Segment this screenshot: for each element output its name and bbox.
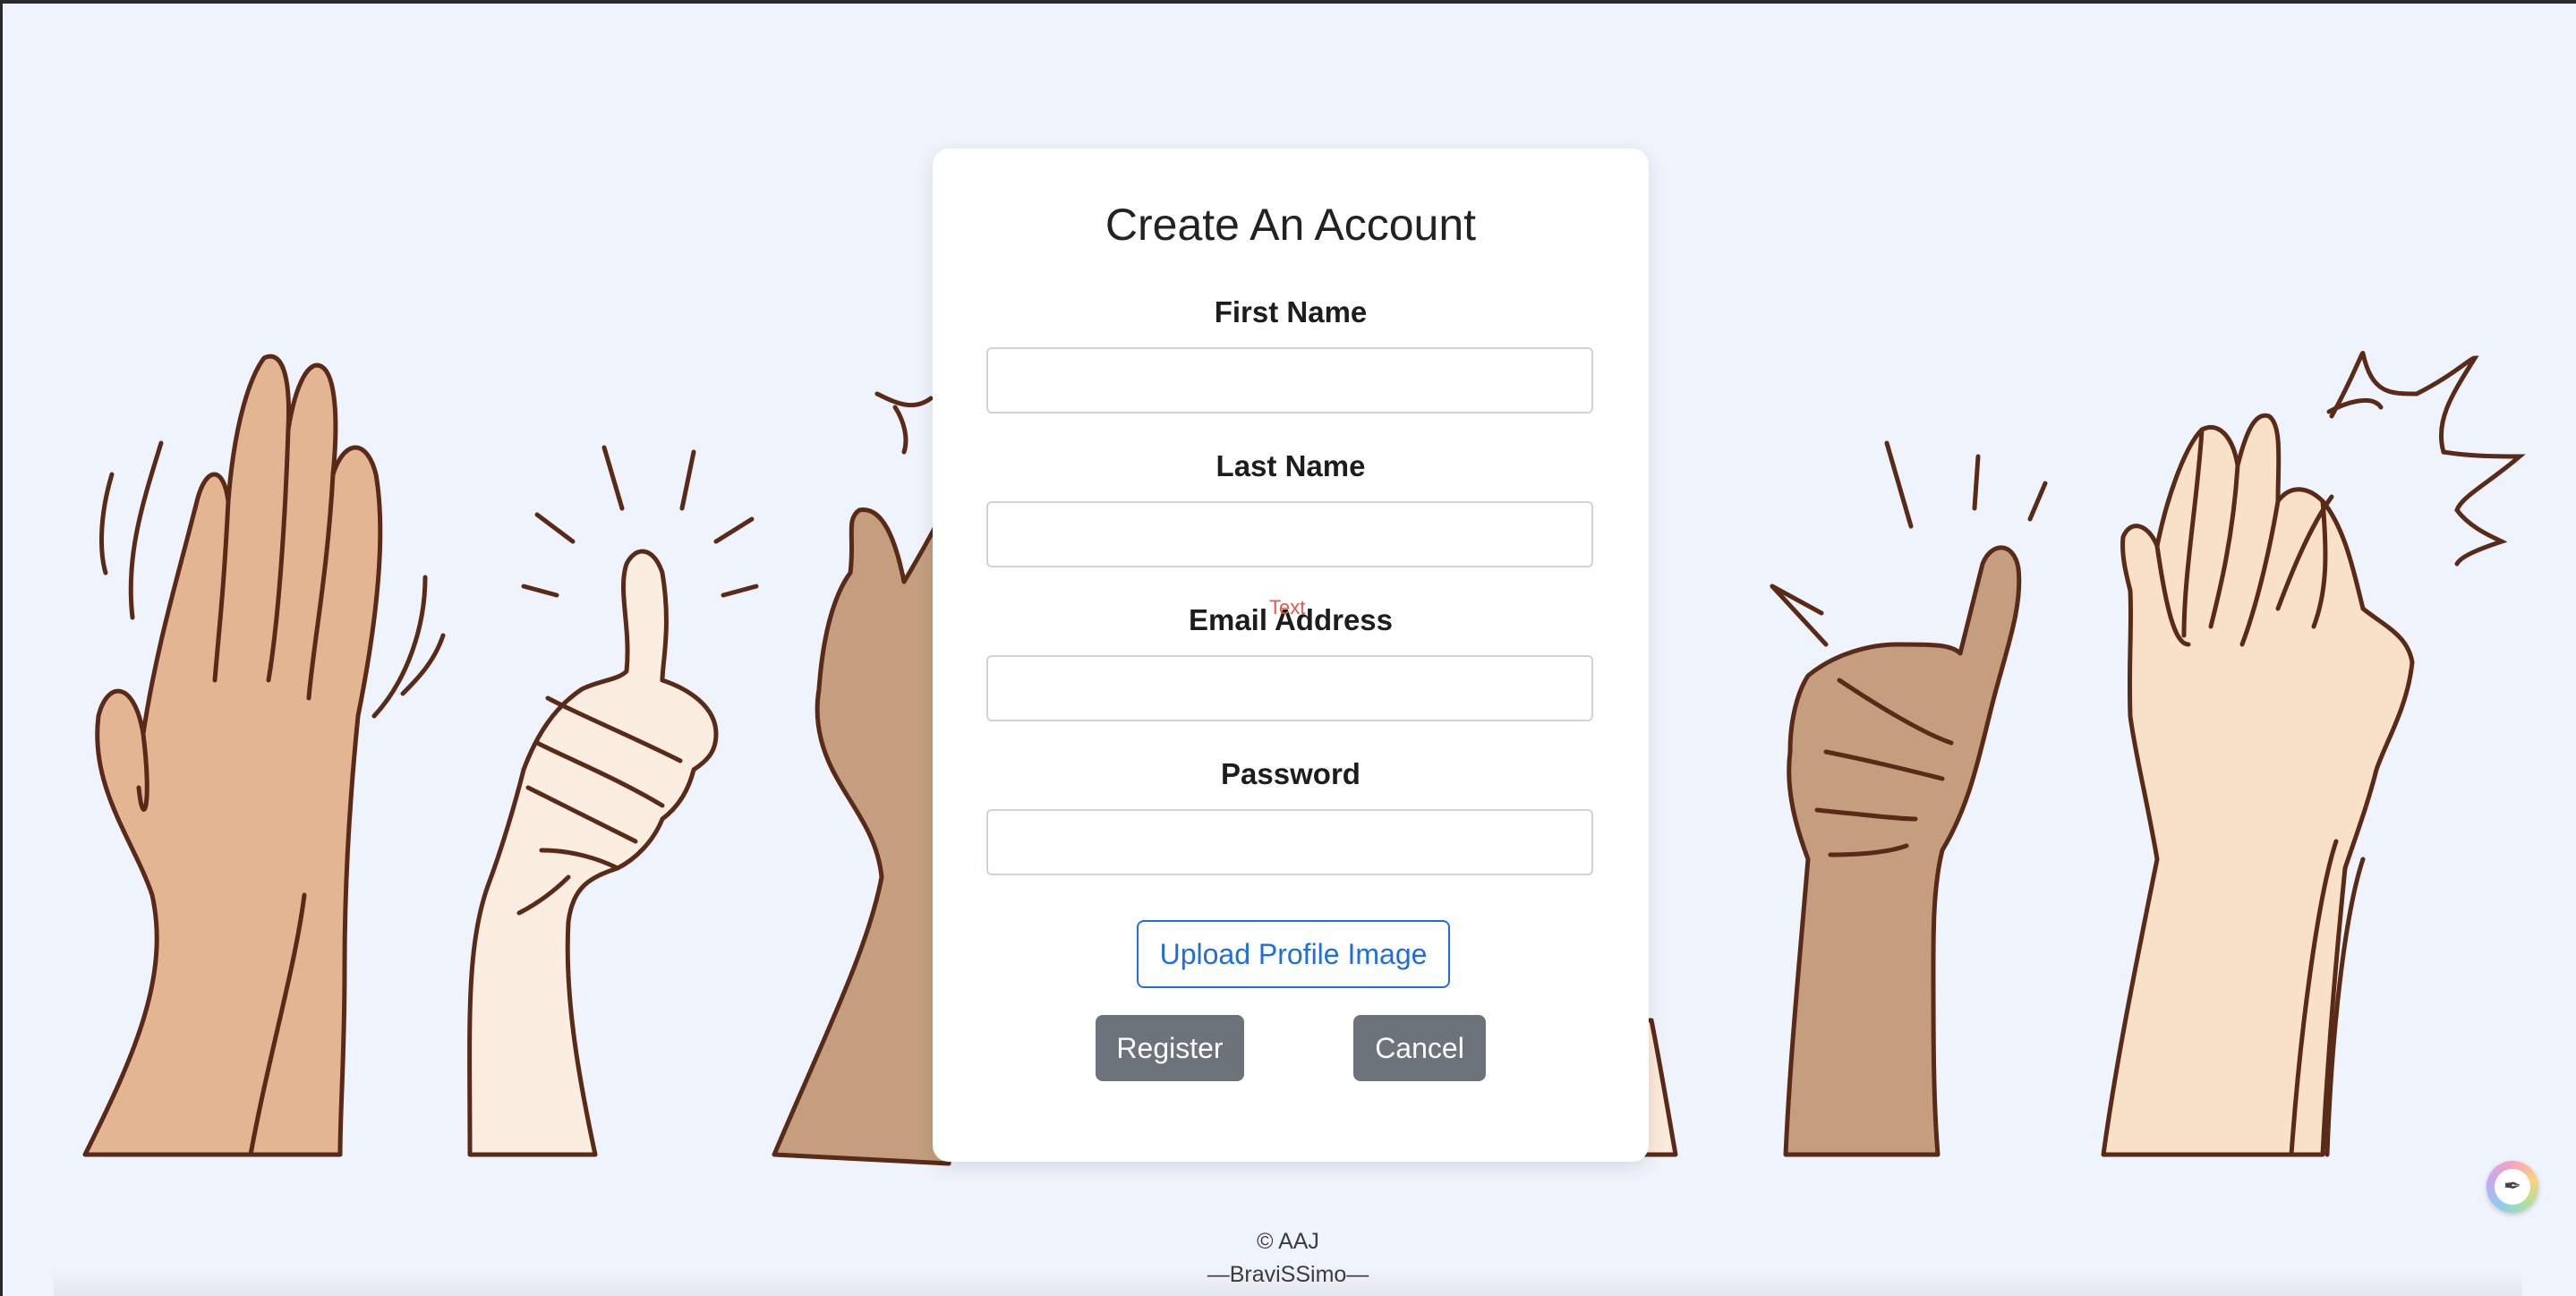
registration-card: Create An Account First Name Last Name E… bbox=[933, 149, 1649, 1162]
clapping-hands-left-illustration bbox=[82, 354, 446, 1157]
stray-text-label: Text bbox=[1269, 596, 1306, 618]
clapping-hands-right-illustration bbox=[2101, 351, 2526, 1157]
upload-profile-image-button[interactable]: Upload Profile Image bbox=[1137, 920, 1450, 988]
raised-hand-illustration bbox=[772, 391, 951, 1166]
first-name-label: First Name bbox=[1214, 295, 1368, 328]
bottom-shadow bbox=[54, 1269, 2522, 1296]
thumbs-up-left-illustration bbox=[467, 445, 759, 1157]
footer-copyright: © AAJ bbox=[1257, 1229, 1319, 1254]
register-button[interactable]: Register bbox=[1096, 1015, 1244, 1081]
eyedropper-icon: ✒ bbox=[2495, 1169, 2530, 1205]
cancel-button[interactable]: Cancel bbox=[1353, 1015, 1486, 1081]
first-name-field[interactable] bbox=[986, 347, 1593, 414]
password-label: Password bbox=[1221, 757, 1361, 790]
page-title: Create An Account bbox=[1105, 200, 1477, 250]
password-field[interactable] bbox=[986, 809, 1593, 875]
color-picker-button[interactable]: ✒ bbox=[2486, 1161, 2538, 1213]
last-name-field[interactable] bbox=[986, 501, 1593, 567]
thumbs-up-right-illustration bbox=[1770, 440, 2048, 1157]
email-field[interactable] bbox=[986, 655, 1593, 721]
last-name-label: Last Name bbox=[1215, 449, 1366, 482]
